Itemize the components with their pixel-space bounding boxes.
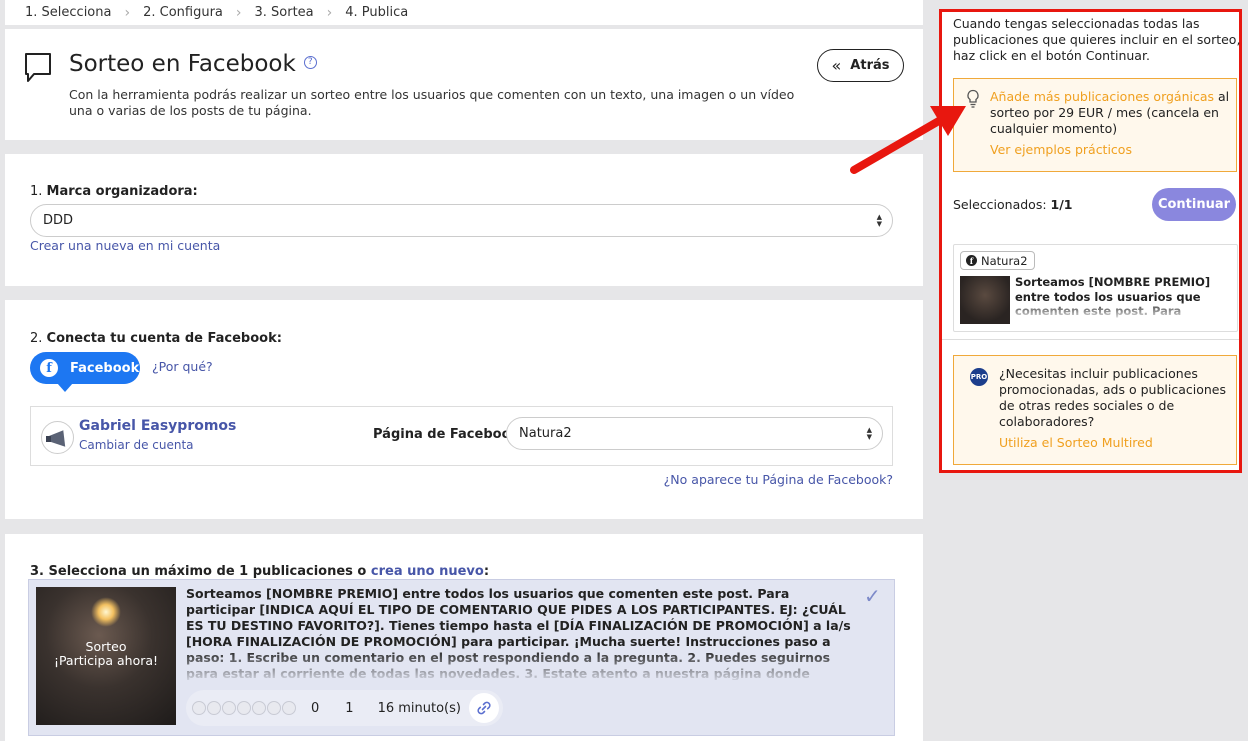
haha-icon xyxy=(237,701,251,715)
select-posts-label: 3. Selecciona un máximo de 1 publicacion… xyxy=(30,564,489,579)
selected-count-label: Seleccionados: 1/1 xyxy=(953,197,1073,212)
select-posts-label-text: 3. Selecciona un máximo de 1 publicacion… xyxy=(30,564,371,579)
select-arrows-icon: ▲ ▼ xyxy=(876,213,882,228)
multired-link[interactable]: Utiliza el Sorteo Multired xyxy=(999,435,1153,450)
divider xyxy=(942,339,1239,340)
reaction-icons xyxy=(192,701,297,715)
brand-select[interactable]: DDD ▲ ▼ xyxy=(30,204,893,237)
care-icon xyxy=(222,701,236,715)
post-card[interactable]: Sorteo ¡Participa ahora! Sorteamos [NOMB… xyxy=(28,579,895,736)
step-selecciona[interactable]: 1. Selecciona xyxy=(25,5,111,20)
reactions-count: 0 xyxy=(311,700,320,716)
facebook-icon: f xyxy=(40,359,58,377)
facebook-icon: f xyxy=(966,255,977,266)
love-icon xyxy=(207,701,221,715)
section-brand: 1. Marca organizadora: DDD ▲ ▼ Crear una … xyxy=(5,154,923,286)
pro-badge: PRO xyxy=(970,368,988,386)
facebook-page-select[interactable]: Natura2 ▲ ▼ xyxy=(506,417,883,450)
thumbnail-subtitle: ¡Participa ahora! xyxy=(53,653,159,668)
post-time: 16 minuto(s) xyxy=(377,700,461,716)
step-publica[interactable]: 4. Publica xyxy=(345,5,408,20)
annotation-arrow xyxy=(850,106,966,174)
facebook-button-tail xyxy=(57,383,73,392)
speech-bubble-icon xyxy=(25,53,51,82)
check-icon[interactable]: ✓ xyxy=(864,584,881,608)
selected-post-card[interactable]: f Natura2 Sorteamos [NOMBRE PREMIO] entr… xyxy=(953,244,1238,332)
section-facebook-connect: 2. Conecta tu cuenta de Facebook: f Face… xyxy=(5,300,923,519)
panel-instructions: Cuando tengas seleccionadas todas las pu… xyxy=(953,16,1241,63)
lightbulb-icon xyxy=(967,89,979,108)
brand-label: 1. Marca organizadora: xyxy=(30,184,198,199)
section-number: 2. xyxy=(30,331,43,346)
selected-page-chip: f Natura2 xyxy=(960,251,1035,270)
user-name: Gabriel Easypromos xyxy=(79,418,237,434)
comments-count: 1 xyxy=(345,700,354,716)
section-label-text: Conecta tu cuenta de Facebook: xyxy=(46,331,282,346)
pro-text: ¿Necesitas incluir publicaciones promoci… xyxy=(999,366,1226,429)
section-label-text: Marca organizadora: xyxy=(46,184,198,199)
chevron-right-icon: › xyxy=(235,4,242,21)
missing-page-link[interactable]: ¿No aparece tu Página de Facebook? xyxy=(664,472,893,487)
step-configura[interactable]: 2. Configura xyxy=(143,5,223,20)
facebook-page-label: Página de Facebook: xyxy=(373,427,525,442)
create-post-link[interactable]: crea uno nuevo xyxy=(371,564,484,579)
link-icon xyxy=(477,701,491,715)
facebook-page-select-value: Natura2 xyxy=(519,426,572,441)
post-text-fade xyxy=(186,650,851,682)
change-account-link[interactable]: Cambiar de cuenta xyxy=(79,438,194,452)
steps-bar: 1. Selecciona › 2. Configura › 3. Sortea… xyxy=(5,0,923,25)
page-title-text: Sorteo en Facebook xyxy=(69,51,296,77)
selected-page-name: Natura2 xyxy=(981,253,1028,268)
post-thumbnail: Sorteo ¡Participa ahora! xyxy=(36,587,176,725)
back-button-label: Atrás xyxy=(850,58,890,73)
page-title: Sorteo en Facebook? xyxy=(69,51,317,77)
chevron-right-icon: › xyxy=(326,4,333,21)
thumbnail-title: Sorteo xyxy=(85,639,127,654)
tip-text: Añade más publicaciones orgánicas al sor… xyxy=(990,89,1230,137)
sad-icon xyxy=(267,701,281,715)
facebook-button-label: Facebook xyxy=(70,360,140,376)
tip-box: Añade más publicaciones orgánicas al sor… xyxy=(953,78,1237,172)
angry-icon xyxy=(282,701,296,715)
brand-select-value: DDD xyxy=(43,213,74,228)
selected-post-text-fade xyxy=(1015,301,1233,321)
pro-box: PRO ¿Necesitas incluir publicaciones pro… xyxy=(953,355,1237,465)
avatar xyxy=(41,421,74,454)
chevron-right-icon: › xyxy=(124,4,131,21)
megaphone-icon xyxy=(46,429,67,448)
section-select-posts: 3. Selecciona un máximo de 1 publicacion… xyxy=(5,534,923,741)
continue-button[interactable]: Continuar xyxy=(1152,188,1236,221)
section-number: 1. xyxy=(30,184,43,199)
selected-count: 1/1 xyxy=(1050,197,1073,212)
wow-icon xyxy=(252,701,266,715)
connect-label: 2. Conecta tu cuenta de Facebook: xyxy=(30,331,282,346)
back-button[interactable]: ‹‹ Atrás xyxy=(817,49,904,82)
selected-prefix: Seleccionados: xyxy=(953,197,1051,212)
account-box: Gabriel Easypromos Cambiar de cuenta Pág… xyxy=(30,406,893,466)
add-organic-posts-link[interactable]: Añade más publicaciones orgánicas xyxy=(990,89,1214,104)
step-sortea[interactable]: 3. Sortea xyxy=(254,5,313,20)
select-arrows-icon: ▲ ▼ xyxy=(866,426,872,441)
select-posts-label-suffix: : xyxy=(483,564,490,579)
post-stats: 0 1 16 minuto(s) xyxy=(186,690,503,726)
double-chevron-left-icon: ‹‹ xyxy=(831,56,842,75)
examples-link[interactable]: Ver ejemplos prácticos xyxy=(990,142,1132,157)
like-icon xyxy=(192,701,206,715)
sparkler-image xyxy=(91,597,121,627)
post-link-button[interactable] xyxy=(469,693,499,723)
create-brand-link[interactable]: Crear una nueva en mi cuenta xyxy=(30,238,220,253)
why-link[interactable]: ¿Por qué? xyxy=(152,359,213,374)
facebook-connect-button[interactable]: f Facebook xyxy=(30,352,140,384)
selection-panel: Cuando tengas seleccionadas todas las pu… xyxy=(939,9,1242,473)
selected-post-thumbnail xyxy=(960,276,1010,324)
page-description: Con la herramienta podrás realizar un so… xyxy=(69,87,795,118)
page-header: Sorteo en Facebook? Con la herramienta p… xyxy=(5,29,923,140)
help-icon[interactable]: ? xyxy=(303,56,317,69)
